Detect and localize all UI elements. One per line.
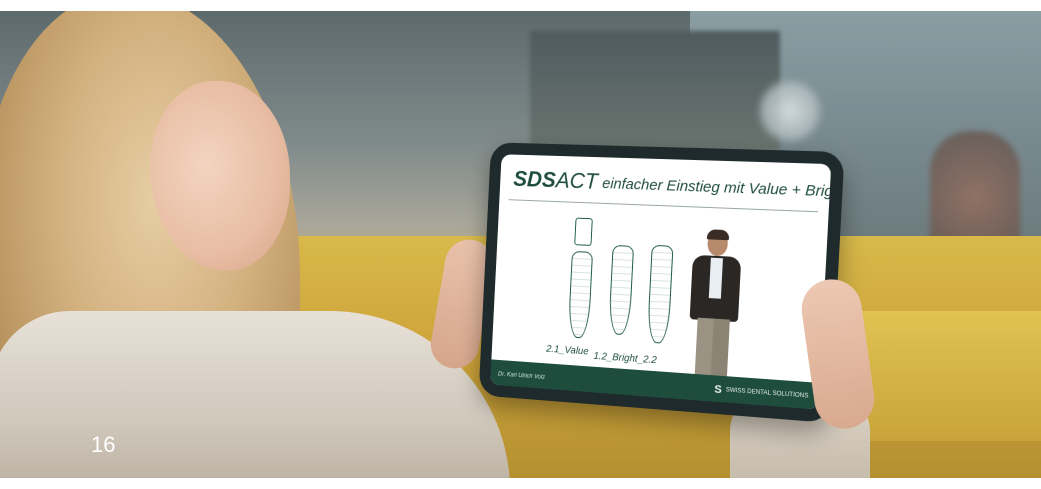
background-lamp <box>760 81 820 141</box>
photo-scene: SDSACT einfacher Einstieg mit Value + Br… <box>0 11 1041 478</box>
presenter-shirt <box>708 257 723 299</box>
implant-bright-2 <box>646 244 674 344</box>
background-shelf <box>530 31 780 151</box>
presenter-figure <box>678 229 751 393</box>
logo-act: ACT <box>555 167 599 194</box>
page-number: 16 <box>91 432 116 457</box>
dental-implant-illustration <box>557 217 700 364</box>
implant-bright-1 <box>608 244 635 336</box>
presenter-name: Dr. Karl Ulrich Volz <box>497 371 546 381</box>
page: SDSACT einfacher Einstieg mit Value + Br… <box>0 0 1041 489</box>
slide-divider <box>508 199 819 213</box>
brand-text: SWISS DENTAL SOLUTIONS <box>725 387 809 400</box>
tablet: SDSACT einfacher Einstieg mit Value + Br… <box>478 142 845 423</box>
brand-logo: S SWISS DENTAL SOLUTIONS <box>714 383 809 402</box>
implant-abutment-cap <box>574 217 593 246</box>
presenter-hair <box>706 229 730 241</box>
sds-act-logo: SDSACT <box>513 166 599 194</box>
slide-title: einfacher Einstieg mit Value + Bright <box>601 175 832 201</box>
logo-sds: SDS <box>512 166 557 193</box>
brand-initial: S <box>714 383 723 397</box>
implant-value <box>567 250 594 339</box>
tablet-screen: SDSACT einfacher Einstieg mit Value + Br… <box>490 154 832 410</box>
implant-label-value: 2.1_Value <box>545 343 589 358</box>
